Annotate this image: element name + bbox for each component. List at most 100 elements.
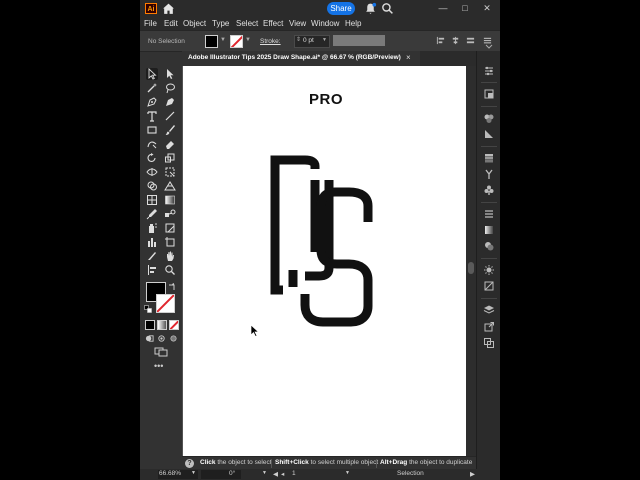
- stroke-color-box[interactable]: [156, 294, 175, 313]
- document-tab[interactable]: Adobe Illustrator Tips 2025 Draw Shape.a…: [182, 51, 420, 66]
- zoom-dropdown-icon[interactable]: ▼: [191, 470, 196, 476]
- rectangle-tool-icon[interactable]: [146, 124, 158, 136]
- status-menu-icon[interactable]: ▶: [470, 470, 475, 478]
- mesh-tool-icon[interactable]: [146, 194, 158, 206]
- hand-tool-icon[interactable]: [164, 250, 176, 262]
- canvas-pasteboard[interactable]: PRO: [182, 66, 466, 456]
- direct-selection-tool-icon[interactable]: [164, 68, 176, 80]
- lasso-tool-icon[interactable]: [164, 82, 176, 94]
- menu-file[interactable]: File: [144, 17, 157, 30]
- first-artboard-icon[interactable]: ◀: [273, 470, 278, 478]
- align-center-icon[interactable]: [451, 36, 460, 45]
- ds-monogram-artwork[interactable]: [263, 152, 383, 336]
- zoom-tool-icon[interactable]: [164, 264, 176, 276]
- knife-tool-icon[interactable]: [146, 250, 158, 262]
- line-segment-tool-icon[interactable]: [164, 110, 176, 122]
- appearance-panel-icon[interactable]: [483, 264, 495, 276]
- brushes-panel-icon[interactable]: [483, 168, 495, 180]
- stepper-icon[interactable]: ⇕: [296, 36, 301, 43]
- home-icon[interactable]: [162, 2, 175, 15]
- magic-wand-tool-icon[interactable]: [146, 82, 158, 94]
- paintbrush-tool-icon[interactable]: [164, 124, 176, 136]
- search-icon[interactable]: [381, 2, 394, 15]
- rotate-tool-icon[interactable]: [146, 152, 158, 164]
- type-tool-icon[interactable]: [146, 110, 158, 122]
- stroke-panel-icon[interactable]: [483, 208, 495, 220]
- symbols-panel-icon[interactable]: [483, 184, 495, 196]
- swatches-panel-icon[interactable]: [483, 152, 495, 164]
- libraries-panel-icon[interactable]: [483, 88, 495, 100]
- menu-window[interactable]: Window: [311, 17, 339, 30]
- menu-effect[interactable]: Effect: [263, 17, 283, 30]
- draw-inside-icon[interactable]: [169, 334, 178, 343]
- screen-mode-icon[interactable]: [154, 347, 168, 357]
- gradient-panel-icon[interactable]: [483, 224, 495, 236]
- dock-collapse-icon[interactable]: [483, 43, 495, 51]
- menu-select[interactable]: Select: [236, 17, 258, 30]
- symbol-sprayer-tool-icon[interactable]: [146, 222, 158, 234]
- rotation-field[interactable]: 0°: [201, 470, 241, 479]
- share-button[interactable]: Share: [327, 2, 355, 15]
- vertical-scrollbar[interactable]: [466, 66, 476, 456]
- color-panel-icon[interactable]: [483, 112, 495, 124]
- properties-panel-icon[interactable]: [483, 65, 495, 77]
- stroke-swatch[interactable]: [230, 35, 243, 48]
- scale-tool-icon[interactable]: [164, 152, 176, 164]
- menu-help[interactable]: Help: [345, 17, 361, 30]
- maximize-icon[interactable]: □: [456, 0, 474, 17]
- color-mode-icon[interactable]: [145, 320, 155, 330]
- draw-normal-icon[interactable]: [145, 334, 154, 343]
- draw-behind-icon[interactable]: [157, 334, 166, 343]
- artboards-panel-icon[interactable]: [483, 337, 495, 349]
- transparency-panel-icon[interactable]: [483, 240, 495, 252]
- menu-edit[interactable]: Edit: [164, 17, 178, 30]
- free-transform-tool-icon[interactable]: [164, 166, 176, 178]
- shaper-tool-icon[interactable]: [146, 138, 158, 150]
- none-mode-icon[interactable]: [169, 320, 179, 330]
- column-graph-tool-icon[interactable]: [146, 236, 158, 248]
- artboard-number[interactable]: 1: [292, 470, 296, 477]
- default-colors-icon[interactable]: [144, 305, 152, 313]
- rotation-dropdown-icon[interactable]: ▼: [262, 470, 267, 476]
- zoom-field[interactable]: 66.68% ▼: [158, 470, 198, 479]
- layers-panel-icon[interactable]: [483, 304, 495, 316]
- artboard-tool-icon[interactable]: [164, 236, 176, 248]
- fill-dropdown-icon[interactable]: ▼: [220, 37, 226, 43]
- graphic-styles-panel-icon[interactable]: [483, 280, 495, 292]
- align-left-icon[interactable]: [436, 36, 445, 45]
- selection-tool-icon[interactable]: [146, 68, 158, 80]
- gradient-mode-icon[interactable]: [157, 320, 167, 330]
- align-tool-icon[interactable]: [146, 264, 158, 276]
- artboard-dropdown-icon[interactable]: ▼: [345, 470, 350, 476]
- scrollbar-thumb[interactable]: [468, 262, 474, 274]
- export-panel-icon[interactable]: [483, 321, 495, 333]
- menu-object[interactable]: Object: [183, 17, 206, 30]
- eraser-tool-icon[interactable]: [164, 138, 176, 150]
- tab-close-icon[interactable]: ×: [406, 53, 411, 62]
- eyedropper-tool-icon[interactable]: [146, 208, 158, 220]
- previous-artboard-icon[interactable]: ◂: [281, 470, 284, 478]
- perspective-grid-tool-icon[interactable]: [164, 180, 176, 192]
- swap-colors-icon[interactable]: [168, 283, 176, 291]
- menu-view[interactable]: View: [289, 17, 306, 30]
- stroke-dropdown-icon[interactable]: ▼: [245, 37, 251, 43]
- color-guide-icon[interactable]: [483, 128, 495, 140]
- stroke-weight-input[interactable]: ⇕ 0 pt ▼: [294, 35, 330, 48]
- fill-swatch[interactable]: [205, 35, 218, 48]
- help-icon[interactable]: ?: [185, 459, 194, 468]
- curvature-tool-icon[interactable]: [164, 96, 176, 108]
- gradient-tool-icon[interactable]: [164, 194, 176, 206]
- variable-width-profile[interactable]: [333, 35, 385, 46]
- edit-toolbar-icon[interactable]: •••: [154, 362, 163, 371]
- stroke-label[interactable]: Stroke:: [260, 38, 281, 45]
- artboard[interactable]: PRO: [183, 66, 466, 456]
- slice-tool-icon[interactable]: [164, 222, 176, 234]
- blend-tool-icon[interactable]: [164, 208, 176, 220]
- menu-type[interactable]: Type: [212, 17, 229, 30]
- current-tool-name[interactable]: Selection: [397, 470, 424, 477]
- distribute-icon[interactable]: [466, 36, 475, 45]
- stroke-weight-dropdown-icon[interactable]: ▼: [322, 37, 327, 43]
- shape-builder-tool-icon[interactable]: [146, 180, 158, 192]
- width-tool-icon[interactable]: [146, 166, 158, 178]
- notifications-icon[interactable]: [364, 2, 377, 15]
